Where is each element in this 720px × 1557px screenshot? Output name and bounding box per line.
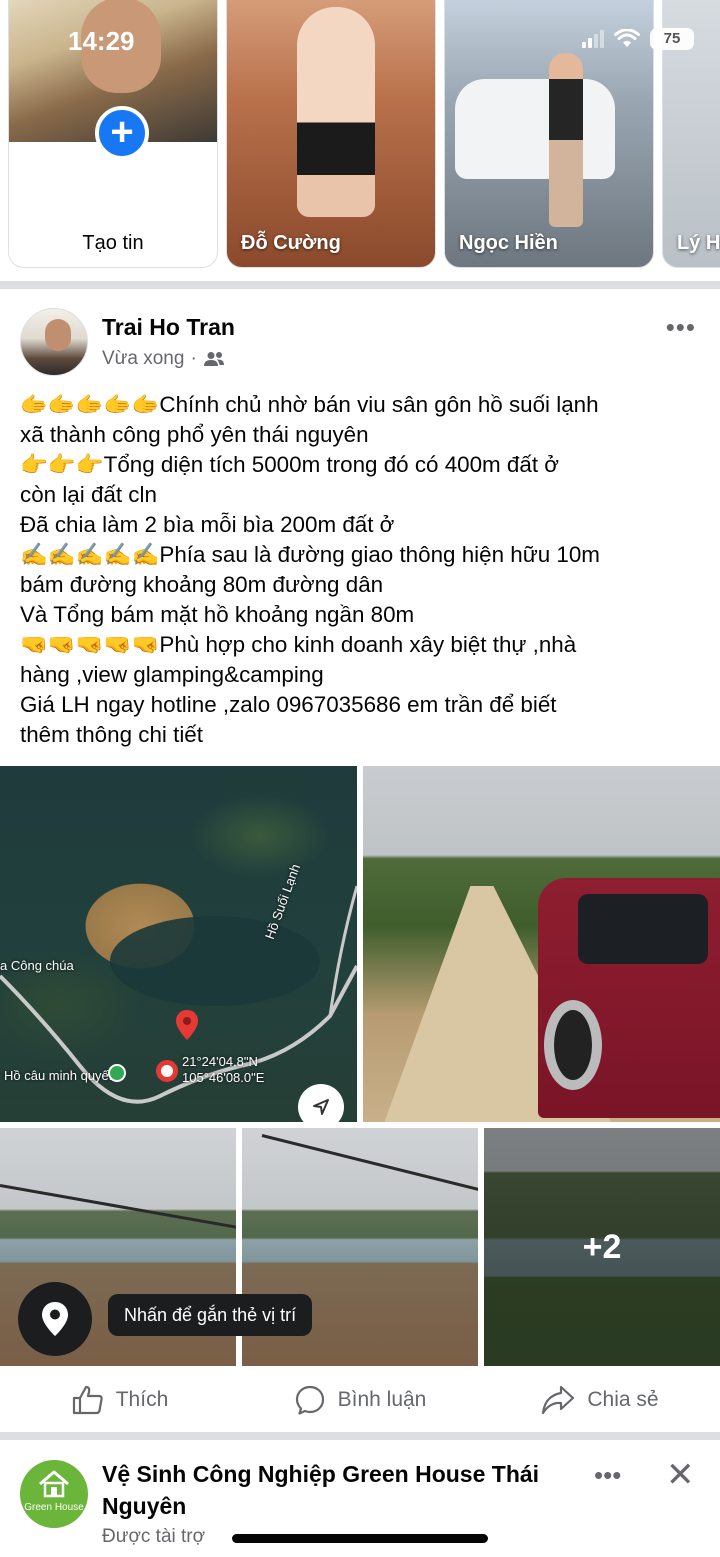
post-text-line: xã thành công phổ yên thái nguyên — [20, 422, 369, 447]
post-text-line: bám đường khoảng 80m đường dân — [20, 572, 384, 597]
location-button[interactable] — [18, 1282, 92, 1356]
story-name: Ngọc Hiền — [459, 232, 558, 254]
post-text-line: hàng ,view glamping&camping — [20, 662, 324, 687]
stories-strip: 14:29 75 + Tạo tin Đỗ Cường Ngọc Hiền Lý… — [0, 0, 720, 280]
status-time: 14:29 — [68, 26, 135, 56]
map-pin-icon — [176, 1010, 198, 1040]
location-pin-icon — [42, 1302, 68, 1336]
wifi-icon — [614, 29, 640, 47]
post-text-line: Giá LH ngay hotline ,zalo 0967035686 em … — [20, 692, 557, 717]
post-text-line: 👉👉👉Tổng diện tích 5000m trong đó có 400m… — [20, 452, 559, 477]
story-name: Đỗ Cường — [241, 232, 341, 254]
post-text-line: ✍️✍️✍️✍️✍️Phía sau là đường giao thông h… — [20, 542, 600, 567]
share-button[interactable]: Chia sẻ — [480, 1372, 720, 1428]
comment-icon — [295, 1385, 324, 1415]
post-text-line: Đã chia làm 2 bìa mỗi bìa 200m đất ở — [20, 512, 395, 537]
post-text: 🫱🫱🫱🫱🫱Chính chủ nhờ bán viu sân gôn hồ su… — [20, 390, 710, 750]
story-name: Lý H — [677, 232, 720, 254]
like-button[interactable]: Thích — [0, 1372, 240, 1428]
post-text-line: còn lại đất cln — [20, 482, 157, 507]
post-header: Trai Ho Tran Vừa xong · ••• — [0, 300, 720, 380]
like-label: Thích — [115, 1388, 169, 1411]
section-divider — [0, 281, 720, 289]
lake-photo[interactable]: +2 — [484, 1128, 720, 1366]
map-photo[interactable]: a Công chúa Hồ câu minh quyết Hồ Suối Lạ… — [0, 766, 357, 1122]
comment-button[interactable]: Bình luận — [240, 1372, 480, 1428]
post-text-line: thêm thông chi tiết — [20, 722, 203, 747]
sponsor-avatar[interactable]: Green House — [20, 1460, 88, 1528]
sponsored-label: Được tài trợ — [102, 1526, 206, 1547]
share-label: Chia sẻ — [587, 1388, 659, 1411]
sponsor-more-button[interactable]: ••• — [594, 1460, 621, 1491]
fishing-place-icon — [108, 1064, 126, 1082]
location-tooltip: Nhấn để gắn thẻ vị trí — [108, 1294, 313, 1336]
navigate-icon[interactable] — [298, 1084, 344, 1122]
signal-icon — [582, 30, 604, 48]
post-time[interactable]: Vừa xong — [102, 348, 184, 370]
plus-icon[interactable]: + — [95, 106, 149, 160]
comment-label: Bình luận — [337, 1388, 427, 1411]
car — [538, 878, 720, 1118]
sponsor-brand: Green House — [24, 1502, 84, 1513]
more-photos-count[interactable]: +2 — [484, 1128, 720, 1366]
road-photo[interactable] — [363, 766, 720, 1122]
close-icon[interactable]: ✕ — [666, 1458, 695, 1492]
house-logo-icon — [39, 1470, 69, 1498]
section-divider — [0, 1432, 720, 1440]
post-text-line: Và Tổng bám mặt hồ khoảng ngần 80m — [20, 602, 415, 627]
more-options-button[interactable]: ••• — [666, 312, 696, 343]
share-icon — [542, 1385, 575, 1415]
friends-icon — [203, 352, 224, 366]
post-author[interactable]: Trai Ho Tran — [102, 314, 235, 341]
post-meta: Vừa xong · — [102, 348, 225, 370]
post-text-line: 🫱🫱🫱🫱🫱Chính chủ nhờ bán viu sân gôn hồ su… — [20, 392, 599, 417]
map-coordinates: 21°24'04.8"N 105°46'08.0"E — [182, 1054, 265, 1085]
thumbs-up-icon — [72, 1385, 103, 1415]
location-marker-icon — [156, 1060, 178, 1082]
sponsor-name[interactable]: Vệ Sinh Công Nghiệp Green House Thái Ngu… — [102, 1458, 592, 1522]
home-indicator — [232, 1534, 488, 1543]
battery-icon: 75 — [650, 28, 694, 50]
status-icons: 75 — [582, 28, 694, 50]
map-label: Hồ câu minh quyết — [4, 1068, 113, 1083]
avatar[interactable] — [20, 308, 88, 376]
story-card[interactable]: Đỗ Cường — [226, 0, 436, 268]
post-text-line: 🤜🤜🤜🤜🤜Phù hợp cho kinh doanh xây biệt thự… — [20, 632, 577, 657]
create-story-label: Tạo tin — [82, 232, 144, 254]
post-actions: Thích Bình luận Chia sẻ — [0, 1372, 720, 1428]
map-label: a Công chúa — [0, 958, 74, 973]
